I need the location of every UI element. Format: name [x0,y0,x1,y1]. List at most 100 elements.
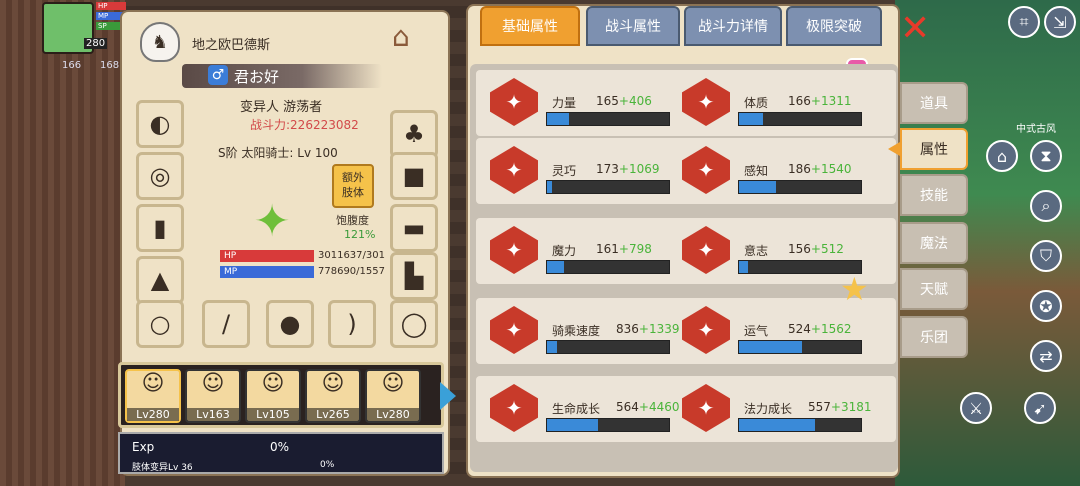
stat-bonus: +4460 [638,400,680,414]
stat-progress-fill [547,261,565,273]
bow-slot[interactable]: ) [328,300,376,348]
side-tab-talent[interactable]: 天赋 [900,268,968,310]
tab-limit-break[interactable]: 极限突破 [786,6,882,46]
party-member[interactable]: ☺ Lv265 [305,369,361,423]
stat-name: 魔力 [552,244,577,258]
offhand-slot[interactable]: ● [266,300,314,348]
exit-icon[interactable]: ⇲ [1044,6,1076,38]
gloves-slot[interactable]: ■ [390,152,438,200]
boots-slot[interactable]: ▙ [390,252,438,300]
star-badge-icon[interactable]: ✪ [1030,290,1062,322]
trinket-slot[interactable]: ♣ [390,110,438,158]
stat-progress-bar [738,340,862,354]
party-member[interactable]: ☺ Lv105 [245,369,301,423]
hourglass-icon[interactable]: ⧗ [1030,140,1062,172]
map-left-strip [0,0,125,486]
stat-name: 法力成长 [744,402,793,416]
side-tab-band[interactable]: 乐团 [900,316,968,358]
extra-limb-button[interactable]: 额外 肢体 [332,164,374,208]
stat-progress-bar [738,418,862,432]
party-member[interactable]: ☺ Lv280 [365,369,421,423]
accessory-slot[interactable]: ◯ [390,300,438,348]
exp-label: Exp [132,440,155,454]
stat-value: 156+512 [788,242,844,256]
guild-name: 地之欧巴德斯 [192,38,271,53]
party-member[interactable]: ☺ Lv163 [185,369,241,423]
stat-value: 557+3181 [808,400,872,414]
member-portrait-icon: ☺ [381,371,405,396]
bow-action-icon[interactable]: ➹ [1024,392,1056,424]
sword-icon[interactable]: ⚔ [960,392,992,424]
stat-base: 156 [788,242,811,256]
wardrobe-hanger-icon[interactable]: ⌂ [392,20,410,53]
ring-slot[interactable]: ○ [136,300,184,348]
stat-progress-fill [547,341,557,353]
stat-progress-fill [547,113,569,125]
tab-basic-attributes[interactable]: 基础属性 [480,6,580,46]
member-portrait-icon: ☺ [201,371,225,396]
stat-name: 力量 [552,96,577,110]
stat-name: 骑乘速度 [552,324,601,338]
trinket-icon: ♣ [403,120,425,148]
side-tab-skills[interactable]: 技能 [900,174,968,216]
side-tab-magic[interactable]: 魔法 [900,222,968,264]
tab-combat-attributes[interactable]: 战斗属性 [586,6,680,46]
stat-name: 意志 [744,244,769,258]
stat-progress-bar [546,418,670,432]
member-level: Lv105 [247,408,299,421]
guild-emblem-icon: ♞ [140,22,180,62]
stat-progress-fill [739,419,815,431]
bow-icon: ) [347,310,357,338]
belt-slot[interactable]: ▬ [390,204,438,252]
stat-bonus: +1069 [618,162,660,176]
stat-base: 557 [808,400,831,414]
network-icon[interactable]: ⌗ [1008,6,1040,38]
exp-percent: 0% [270,440,290,454]
magnifier-icon[interactable]: ⌕ [1030,190,1062,222]
member-level: Lv280 [127,408,179,421]
helmet-icon: ◐ [149,110,171,138]
mp-value: 778690/1557 [318,266,385,277]
mp-bar: MP [220,266,314,278]
stat-value: 186+1540 [788,162,852,176]
stat-bonus: +1540 [810,162,852,176]
party-member[interactable]: ☺ Lv280 [125,369,181,423]
home-icon[interactable]: ⌂ [986,140,1018,172]
party-roster: ☺ Lv280 ☺ Lv163 ☺ Lv105 ☺ Lv265 ☺ Lv280 [118,362,444,428]
player-level: 280 [84,38,108,49]
stat-bonus: +3181 [830,400,872,414]
close-icon[interactable]: ✕ [900,8,930,49]
staff-icon: / [221,310,231,338]
star-icon[interactable]: ★ [840,270,869,308]
stat-progress-bar [546,260,670,274]
extra-limb-label-1: 额外 [342,171,364,184]
swap-icon[interactable]: ⇄ [1030,340,1062,372]
hp-value: 3011637/301 [318,250,385,261]
cloak-slot[interactable]: ▮ [136,204,184,252]
stat-progress-fill [739,261,748,273]
stat-base: 186 [788,162,811,176]
gloves-icon: ■ [402,162,426,190]
stat-base: 173 [596,162,619,176]
stat-base: 166 [788,94,811,108]
armor-slot[interactable]: ▲ [136,256,184,304]
stat-value: 173+1069 [596,162,660,176]
stat-bonus: +798 [618,242,652,256]
armor-icon: ▲ [150,266,170,294]
ring-icon: ○ [149,310,171,338]
stat-name: 体质 [744,96,769,110]
weapon-slot[interactable]: / [202,300,250,348]
tab-power-details[interactable]: 战斗力详情 [684,6,782,46]
hud-stat-a: 166 [62,60,82,71]
side-tab-attributes[interactable]: 属性 [900,128,968,170]
necklace-slot[interactable]: ◎ [136,152,184,200]
location-label: 中式古风 [1016,124,1056,135]
helmet-slot[interactable]: ◐ [136,100,184,148]
stat-value: 161+798 [596,242,652,256]
stat-base: 165 [596,94,619,108]
side-tab-items[interactable]: 道具 [900,82,968,124]
cloak-icon: ▮ [153,214,167,242]
stat-base: 836 [616,322,639,336]
necklace-icon: ◎ [149,162,171,190]
shield-icon[interactable]: ⛉ [1030,240,1062,272]
